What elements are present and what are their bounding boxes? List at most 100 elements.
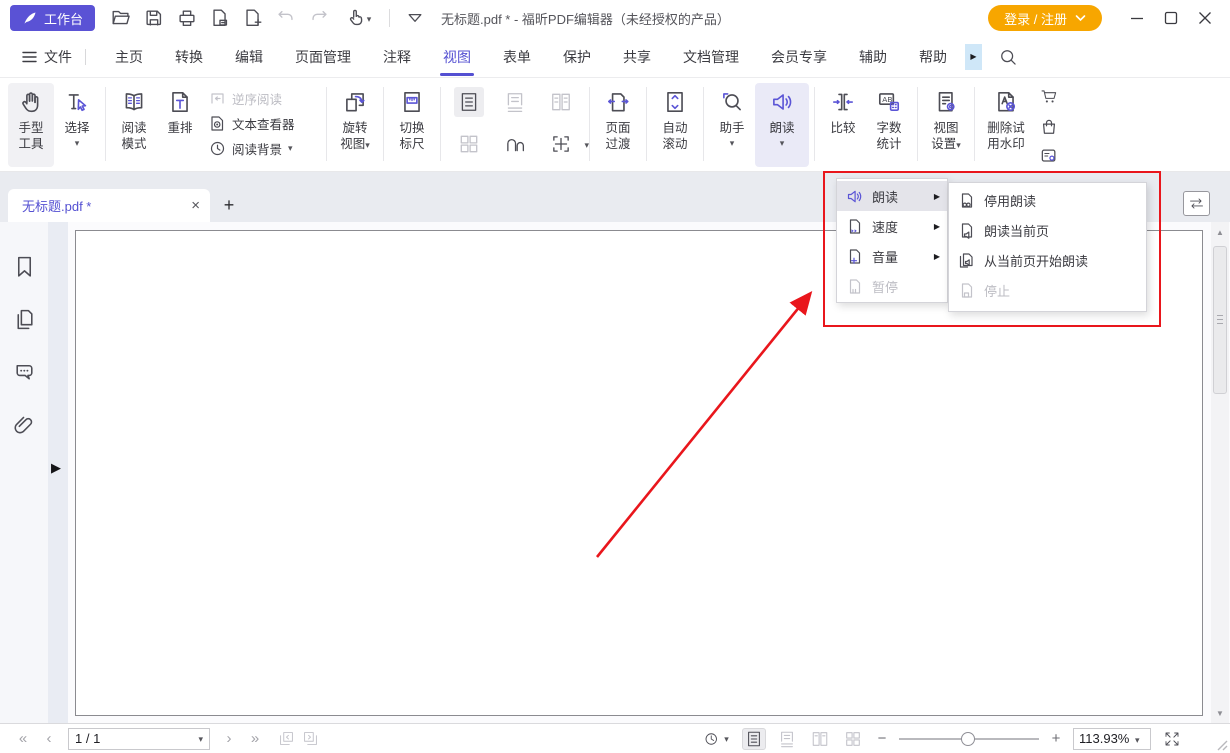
- facing-layout-button[interactable]: [546, 87, 576, 117]
- reading-mode-button[interactable]: 阅读模式: [111, 83, 157, 167]
- zoom-slider-handle[interactable]: [961, 732, 975, 746]
- tab-form[interactable]: 表单: [487, 36, 547, 78]
- view-settings-button[interactable]: 视图设置▾: [923, 83, 969, 167]
- facing-layout-button[interactable]: [808, 728, 832, 750]
- page-number-caret-icon[interactable]: ▾: [198, 734, 203, 744]
- continuous-layout-button[interactable]: [775, 728, 799, 750]
- tab-overflow-button[interactable]: ▶: [965, 44, 982, 70]
- prev-page-button[interactable]: ‹: [36, 730, 62, 747]
- single-page-layout-button[interactable]: [454, 87, 484, 117]
- pages-panel-icon[interactable]: [12, 307, 37, 332]
- undo-button[interactable]: [274, 6, 298, 30]
- workbench-button[interactable]: 工作台: [10, 5, 95, 31]
- zoom-level-caret-icon[interactable]: ▾: [1135, 735, 1140, 745]
- hand-tool-button[interactable]: 手型工具: [8, 83, 54, 167]
- file-menu[interactable]: 文件: [22, 47, 72, 67]
- swap-panels-button[interactable]: [1183, 191, 1210, 216]
- tab-share[interactable]: 共享: [607, 36, 667, 78]
- dock-settings-button[interactable]: [1036, 143, 1062, 168]
- menu-item-speed[interactable]: 速度 ▶: [837, 211, 947, 241]
- zoom-slider[interactable]: [899, 732, 1039, 746]
- submenu-item-read-current-page[interactable]: 朗读当前页: [949, 215, 1146, 245]
- submenu-item-stop[interactable]: 停止: [949, 275, 1146, 305]
- login-register-button[interactable]: 登录 / 注册: [988, 5, 1102, 31]
- remove-watermark-button[interactable]: 删除试用水印: [980, 83, 1032, 167]
- tab-view[interactable]: 视图: [427, 36, 487, 78]
- tab-help[interactable]: 帮助: [903, 36, 963, 78]
- page-number-input[interactable]: [75, 731, 175, 746]
- cart-button[interactable]: [1036, 85, 1062, 110]
- tab-member[interactable]: 会员专享: [755, 36, 843, 78]
- next-view-button[interactable]: [298, 728, 322, 750]
- rotate-view-button[interactable]: 旋转视图▾: [332, 83, 378, 167]
- comments-panel-icon[interactable]: [12, 360, 37, 385]
- reading-background-button[interactable]: 阅读背景 ▾: [209, 137, 321, 159]
- reading-background-toggle[interactable]: ▾: [699, 728, 733, 750]
- zoom-in-button[interactable]: +: [1048, 730, 1064, 747]
- export-page-button[interactable]: [208, 6, 232, 30]
- reflow-button[interactable]: 重排: [157, 83, 203, 167]
- scroll-up-button[interactable]: ▲: [1211, 224, 1229, 240]
- tab-comment[interactable]: 注释: [367, 36, 427, 78]
- maximize-button[interactable]: [1154, 5, 1188, 31]
- fit-screen-button[interactable]: [1160, 728, 1184, 750]
- first-page-button[interactable]: «: [10, 730, 36, 747]
- new-tab-button[interactable]: +: [218, 195, 240, 215]
- read-aloud-button[interactable]: 朗读 ▾: [755, 83, 809, 167]
- open-file-button[interactable]: [109, 6, 133, 30]
- menu-item-volume[interactable]: 音量 ▶: [837, 241, 947, 271]
- panel-expand-handle[interactable]: ▶: [51, 460, 61, 476]
- auto-scroll-button[interactable]: 自动滚动: [652, 83, 698, 167]
- close-tab-icon[interactable]: ×: [191, 198, 200, 213]
- page-transition-button[interactable]: 页面过渡: [595, 83, 641, 167]
- minimize-button[interactable]: [1120, 5, 1154, 31]
- word-count-button[interactable]: AB 字数统计: [866, 83, 912, 167]
- page-number-combobox[interactable]: ▾: [68, 728, 210, 750]
- bag-button[interactable]: [1036, 114, 1062, 139]
- menu-item-pause[interactable]: 暂停: [837, 271, 947, 301]
- attachments-panel-icon[interactable]: [12, 413, 37, 438]
- toggle-ruler-button[interactable]: 切换标尺: [389, 83, 435, 167]
- zoom-level-combobox[interactable]: ▾: [1073, 728, 1151, 750]
- tab-convert[interactable]: 转换: [159, 36, 219, 78]
- next-page-button[interactable]: ›: [216, 730, 242, 747]
- quad-layout-button[interactable]: [454, 129, 484, 159]
- scroll-down-button[interactable]: ▼: [1211, 705, 1229, 721]
- tab-protect[interactable]: 保护: [547, 36, 607, 78]
- continuous-layout-button[interactable]: [500, 87, 530, 117]
- bookmarks-panel-icon[interactable]: [12, 254, 37, 279]
- tab-doc-manage[interactable]: 文档管理: [667, 36, 755, 78]
- document-tab[interactable]: 无标题.pdf * ×: [8, 189, 210, 222]
- save-button[interactable]: [142, 6, 166, 30]
- print-button[interactable]: [175, 6, 199, 30]
- search-button[interactable]: [995, 44, 1021, 70]
- last-page-button[interactable]: »: [242, 730, 268, 747]
- assistant-button[interactable]: 助手 ▾: [709, 83, 755, 167]
- menu-item-read[interactable]: 朗读 ▶: [837, 181, 947, 211]
- previous-view-button[interactable]: [274, 728, 298, 750]
- vertical-scrollbar[interactable]: ▲ ▼: [1211, 222, 1229, 723]
- submenu-item-read-from-current-page[interactable]: 从当前页开始朗读: [949, 245, 1146, 275]
- close-button[interactable]: [1188, 5, 1222, 31]
- split-view-button[interactable]: ▾: [546, 129, 576, 159]
- scrollbar-thumb[interactable]: [1213, 246, 1227, 394]
- tab-home[interactable]: 主页: [99, 36, 159, 78]
- hand-gesture-tool-button[interactable]: ▾: [340, 6, 376, 30]
- quad-layout-button[interactable]: [841, 728, 865, 750]
- separate-cover-button[interactable]: [500, 129, 530, 159]
- compare-button[interactable]: 比较: [820, 83, 866, 167]
- redo-button[interactable]: [307, 6, 331, 30]
- collapse-toolbar-icon[interactable]: [403, 6, 427, 30]
- zoom-level-input[interactable]: [1079, 731, 1135, 746]
- tab-assist[interactable]: 辅助: [843, 36, 903, 78]
- zoom-out-button[interactable]: −: [874, 730, 890, 747]
- tab-edit[interactable]: 编辑: [219, 36, 279, 78]
- reverse-reading-button[interactable]: 逆序阅读: [209, 87, 321, 109]
- add-page-button[interactable]: [241, 6, 265, 30]
- select-button[interactable]: 选择 ▾: [54, 83, 100, 167]
- text-viewer-button[interactable]: 文本查看器: [209, 112, 321, 134]
- tab-page-manage[interactable]: 页面管理: [279, 36, 367, 78]
- single-page-layout-button[interactable]: [742, 728, 766, 750]
- submenu-item-deactivate-read[interactable]: 停用朗读: [949, 185, 1146, 215]
- window-resize-grip[interactable]: [1214, 737, 1228, 751]
